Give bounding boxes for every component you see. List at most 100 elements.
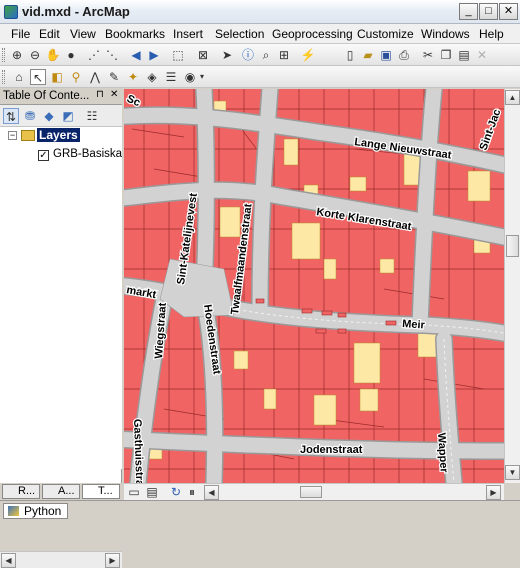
layer-visibility-checkbox[interactable]: ✓ bbox=[38, 150, 49, 161]
menu-view[interactable]: View bbox=[70, 27, 96, 41]
pin-icon[interactable]: ⊓ bbox=[96, 89, 104, 100]
zoom-in-icon[interactable]: ⊕ bbox=[9, 47, 25, 63]
pause-drawing-icon[interactable]: ⏸ bbox=[184, 484, 200, 500]
menu-geoprocessing[interactable]: Geoprocessing bbox=[272, 27, 353, 41]
close-icon[interactable]: ✕ bbox=[110, 89, 118, 100]
scroll-left-icon[interactable]: ◀ bbox=[204, 485, 219, 500]
select-elements-icon[interactable]: ➤ bbox=[219, 47, 235, 63]
layers-folder-icon bbox=[21, 130, 35, 141]
map-vertical-scrollbar[interactable]: ▲ ▼ bbox=[504, 89, 520, 483]
collapse-toggle[interactable]: − bbox=[8, 131, 17, 140]
map-horizontal-scrollbar[interactable]: ▭ ▤ ↻ ⏸ ◀ ▶ bbox=[124, 483, 504, 500]
tab-results[interactable]: R... bbox=[2, 484, 40, 499]
toc-title: Table Of Conte... bbox=[3, 90, 90, 102]
toc-toolbar: ⇅ ⛃ ◆ ◩ ☷ bbox=[0, 105, 122, 127]
arcmap-app-icon bbox=[4, 5, 18, 19]
tools-toolbar: ⊕ ⊖ ✋ ● ⋰ ⋱ ◀ ▶ ⬚ ⊠ ➤ ⓘ ⌕ ⊞ ⚡ ▯ ▰ ▣ ⎙ ✂ … bbox=[0, 44, 520, 66]
print-icon[interactable]: ⎙ bbox=[396, 47, 412, 63]
layer-name[interactable]: GRB-Basiskaa bbox=[53, 148, 122, 160]
menu-bookmarks[interactable]: Bookmarks bbox=[105, 27, 165, 41]
maximize-button[interactable]: □ bbox=[479, 3, 498, 20]
street-label: Jodenstraat bbox=[300, 444, 363, 456]
options-icon[interactable]: ☷ bbox=[84, 108, 100, 124]
cut-icon[interactable]: ✂ bbox=[420, 47, 436, 63]
list-by-visibility-icon[interactable]: ◆ bbox=[41, 108, 57, 124]
back-icon[interactable]: ◀ bbox=[128, 47, 144, 63]
cut-polygon-icon[interactable]: ✎ bbox=[106, 69, 122, 85]
tab-table-of-contents[interactable]: T... bbox=[82, 484, 120, 499]
zoom-out-icon[interactable]: ⊖ bbox=[27, 47, 43, 63]
pan-icon[interactable]: ✋ bbox=[45, 47, 61, 63]
measure-icon[interactable]: ⊞ bbox=[276, 47, 292, 63]
title-bar: vid.mxd - ArcMap _ □ ✕ bbox=[0, 0, 520, 24]
select-features-icon[interactable]: ⬚ bbox=[170, 47, 186, 63]
status-bar: Python bbox=[0, 500, 520, 520]
list-by-drawing-order-icon[interactable]: ⇅ bbox=[3, 108, 19, 124]
new-icon[interactable]: ▯ bbox=[342, 47, 358, 63]
save-icon[interactable]: ▣ bbox=[378, 47, 394, 63]
identify-icon[interactable]: ⓘ bbox=[240, 47, 256, 63]
scroll-right-icon[interactable]: ▶ bbox=[486, 485, 501, 500]
fixed-zoom-in-icon[interactable]: ⋰ bbox=[86, 47, 102, 63]
scroll-thumb[interactable] bbox=[506, 235, 519, 257]
menu-help[interactable]: Help bbox=[479, 27, 504, 41]
copy-icon[interactable]: ❐ bbox=[438, 47, 454, 63]
python-window-tab[interactable]: Python bbox=[3, 503, 69, 519]
arcmap-window: vid.mxd - ArcMap _ □ ✕ File Edit View Bo… bbox=[0, 0, 520, 568]
clear-selection-icon[interactable]: ⊠ bbox=[195, 47, 211, 63]
menu-file[interactable]: File bbox=[11, 27, 30, 41]
tab-arctoolbox[interactable]: A... bbox=[42, 484, 80, 499]
reshape-icon[interactable]: ⋀ bbox=[87, 69, 103, 85]
menu-bar: File Edit View Bookmarks Insert Selectio… bbox=[0, 24, 520, 44]
window-title: vid.mxd - ArcMap bbox=[22, 4, 130, 19]
python-tab-label: Python bbox=[24, 504, 62, 518]
refresh-icon[interactable]: ↻ bbox=[168, 484, 184, 500]
menu-edit[interactable]: Edit bbox=[39, 27, 60, 41]
menu-insert[interactable]: Insert bbox=[173, 27, 203, 41]
scroll-thumb[interactable] bbox=[300, 486, 322, 498]
hyperlink-icon[interactable]: ⚡ bbox=[300, 47, 316, 63]
full-extent-icon[interactable]: ● bbox=[63, 47, 79, 63]
open-icon[interactable]: ▰ bbox=[360, 47, 376, 63]
layout-view-icon[interactable]: ▭ bbox=[126, 484, 142, 500]
toc-horizontal-scrollbar[interactable]: ◀ ▶ bbox=[0, 551, 122, 568]
menu-windows[interactable]: Windows bbox=[421, 27, 470, 41]
street-label: Gasthuisstraat bbox=[131, 419, 146, 483]
data-view-icon[interactable]: ▤ bbox=[144, 484, 160, 500]
close-button[interactable]: ✕ bbox=[499, 3, 518, 20]
map-canvas[interactable]: Lange Nieuwstraat Korte Klarenstraat Sin… bbox=[124, 89, 504, 483]
map-display[interactable]: Lange Nieuwstraat Korte Klarenstraat Sin… bbox=[124, 89, 504, 483]
dock-tabs: R... A... T... bbox=[0, 483, 122, 500]
layers-root-label[interactable]: Layers bbox=[37, 128, 80, 142]
street-label: Meir bbox=[402, 318, 426, 332]
scroll-down-icon[interactable]: ▼ bbox=[505, 465, 520, 480]
toc-header: Table Of Conte... ⊓ ✕ bbox=[0, 89, 122, 105]
pin-icon[interactable]: ⚲ bbox=[68, 69, 84, 85]
table-of-contents-panel: Table Of Conte... ⊓ ✕ ⇅ ⛃ ◆ ◩ ☷ − Layers… bbox=[0, 89, 122, 568]
editor-toolbar: ⌂ ↖ ◧ ⚲ ⋀ ✎ ✦ ◈ ☰ ◉ ▾ bbox=[0, 66, 520, 88]
scroll-right-icon[interactable]: ▶ bbox=[105, 553, 120, 568]
minimize-button[interactable]: _ bbox=[459, 3, 478, 20]
paste-icon[interactable]: ▤ bbox=[456, 47, 472, 63]
toolbar-grip[interactable] bbox=[2, 70, 5, 84]
find-icon[interactable]: ⌕ bbox=[258, 47, 274, 63]
list-by-source-icon[interactable]: ⛃ bbox=[22, 108, 38, 124]
edit-vertices-icon[interactable]: ◧ bbox=[49, 69, 65, 85]
fixed-zoom-out-icon[interactable]: ⋱ bbox=[104, 47, 120, 63]
rotate-icon[interactable]: ◈ bbox=[144, 69, 160, 85]
scroll-left-icon[interactable]: ◀ bbox=[1, 553, 16, 568]
toolbar-grip[interactable] bbox=[2, 48, 5, 62]
attributes-icon[interactable]: ☰ bbox=[163, 69, 179, 85]
toolbar-overflow-icon[interactable]: ▾ bbox=[194, 69, 210, 85]
home-icon[interactable]: ⌂ bbox=[11, 69, 27, 85]
menu-customize[interactable]: Customize bbox=[357, 27, 414, 41]
menu-selection[interactable]: Selection bbox=[215, 27, 264, 41]
forward-icon[interactable]: ▶ bbox=[146, 47, 162, 63]
split-icon[interactable]: ✦ bbox=[125, 69, 141, 85]
draw-icon[interactable]: ↖ bbox=[30, 69, 46, 85]
python-icon bbox=[8, 506, 19, 516]
toc-tree: − Layers ✓ GRB-Basiskaa bbox=[0, 127, 122, 469]
list-by-selection-icon[interactable]: ◩ bbox=[60, 108, 76, 124]
delete-icon[interactable]: ✕ bbox=[474, 47, 490, 63]
scroll-up-icon[interactable]: ▲ bbox=[505, 90, 520, 105]
